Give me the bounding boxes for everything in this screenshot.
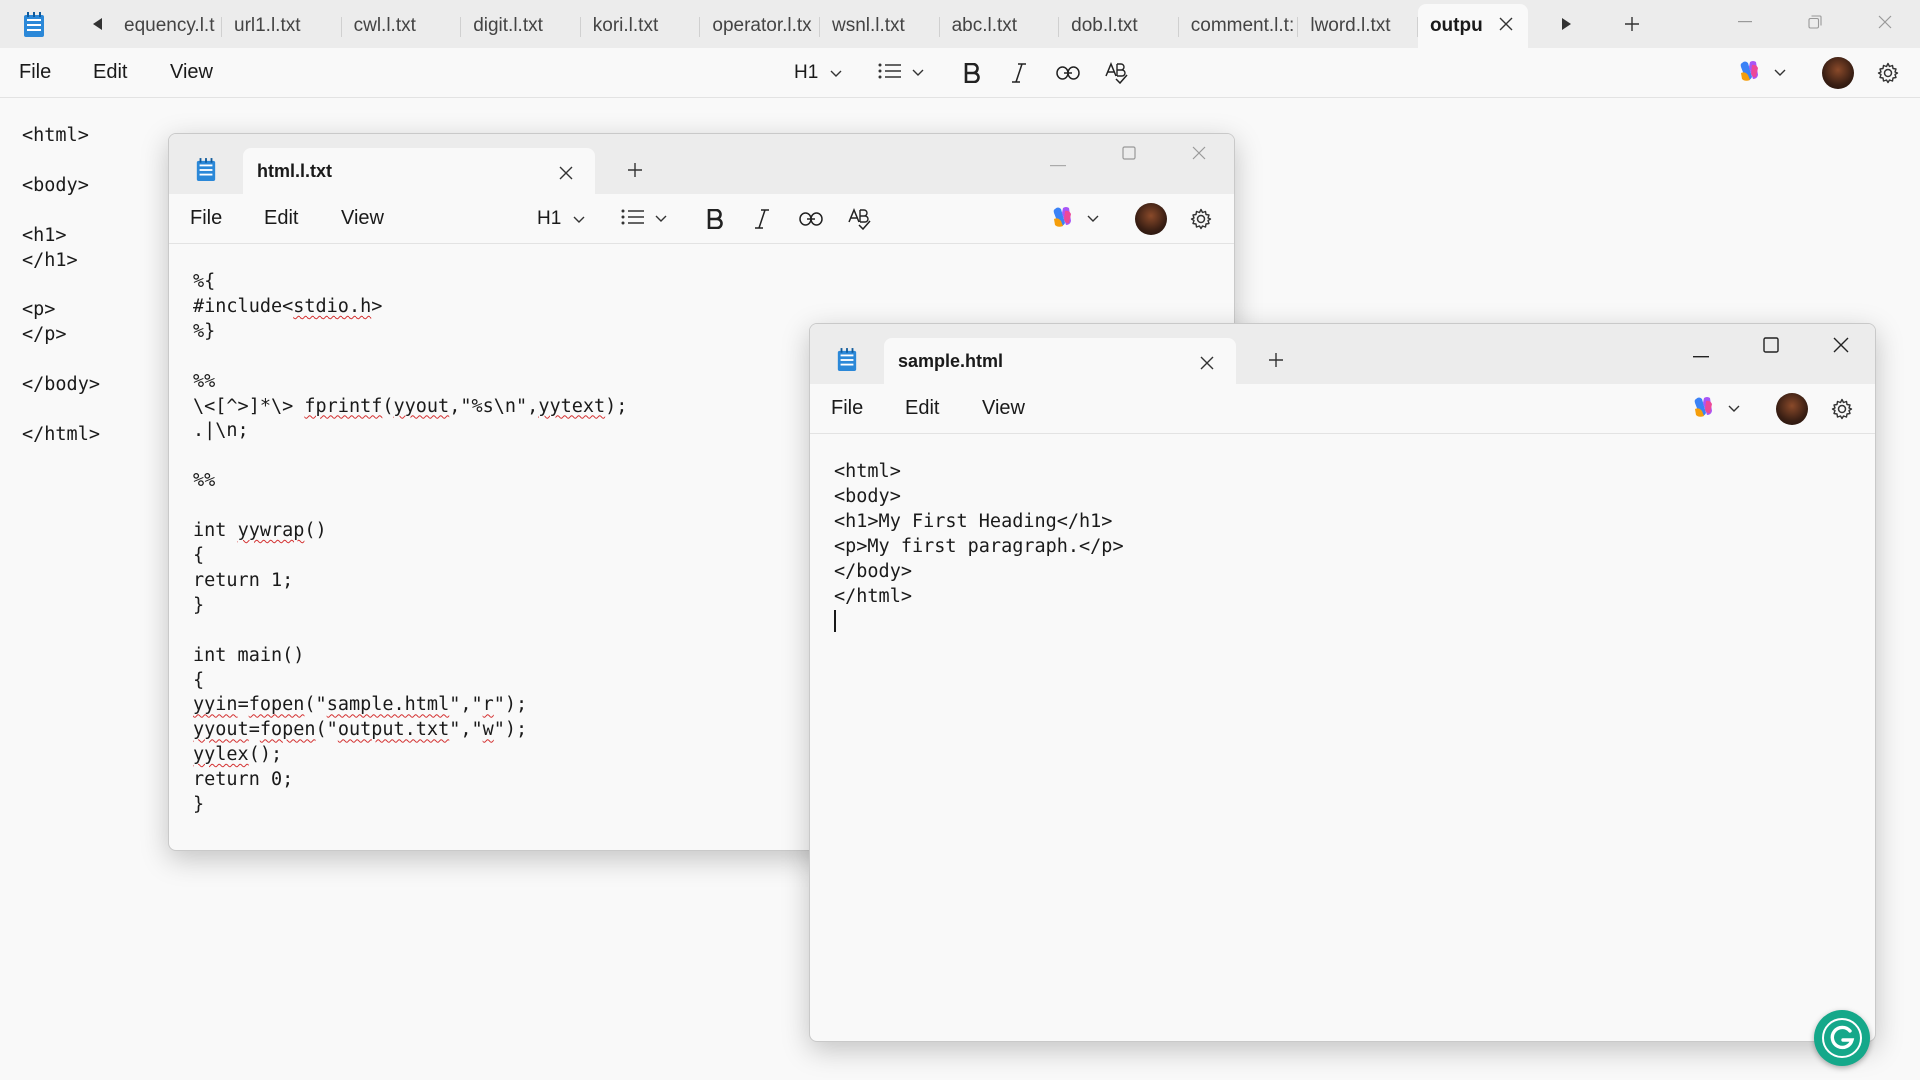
close-tab-icon[interactable] bbox=[1494, 12, 1518, 36]
tab-frequency[interactable]: equency.l.t bbox=[118, 4, 222, 48]
copilot-button[interactable] bbox=[1690, 394, 1740, 424]
html-window-menubar: File Edit View H1 bbox=[169, 194, 1234, 244]
tab-wsnl[interactable]: wsnl.l.txt bbox=[820, 4, 940, 48]
menu-edit[interactable]: Edit bbox=[264, 207, 298, 230]
close-icon[interactable] bbox=[1850, 0, 1920, 44]
chevron-down-icon bbox=[830, 62, 842, 84]
tab-operator[interactable]: operator.l.tx bbox=[700, 4, 820, 48]
avatar[interactable] bbox=[1776, 393, 1808, 425]
gear-icon[interactable] bbox=[1875, 60, 1901, 86]
copilot-icon bbox=[1736, 59, 1762, 88]
main-menubar: File Edit View H1 bbox=[0, 48, 1920, 98]
tab-sample-html[interactable]: sample.html bbox=[884, 338, 1236, 384]
link-icon[interactable] bbox=[798, 206, 824, 232]
chevron-down-icon bbox=[655, 210, 667, 228]
tab-scroll-left-button[interactable] bbox=[86, 12, 110, 36]
tab-kori[interactable]: kori.l.txt bbox=[581, 4, 701, 48]
notepad-icon bbox=[22, 12, 46, 43]
gear-icon[interactable] bbox=[1829, 396, 1855, 422]
main-editor-text[interactable]: <html> <body> <h1> </h1> <p> </p> </body… bbox=[22, 124, 100, 448]
grammarly-icon[interactable] bbox=[1814, 1010, 1870, 1066]
italic-icon[interactable] bbox=[751, 206, 773, 232]
menu-edit[interactable]: Edit bbox=[93, 61, 127, 84]
main-window-controls bbox=[1710, 0, 1920, 44]
sample-window-editor[interactable]: <html> <body> <h1>My First Heading</h1> … bbox=[834, 460, 1124, 634]
italic-icon[interactable] bbox=[1008, 60, 1030, 86]
main-tabbar: equency.l.t url1.l.txt cwl.l.txt digit.l… bbox=[0, 0, 1920, 48]
menu-file[interactable]: File bbox=[831, 397, 863, 420]
list-icon bbox=[878, 63, 902, 84]
tab-dob[interactable]: dob.l.txt bbox=[1059, 4, 1179, 48]
menu-file[interactable]: File bbox=[190, 207, 222, 230]
chevron-down-icon bbox=[1728, 400, 1740, 418]
tab-url1[interactable]: url1.l.txt bbox=[222, 4, 342, 48]
tab-scroll-right-button[interactable] bbox=[1554, 12, 1578, 36]
copilot-button[interactable] bbox=[1736, 58, 1786, 88]
chevron-down-icon bbox=[573, 208, 585, 230]
chevron-down-icon bbox=[1087, 210, 1099, 228]
tab-cwl[interactable]: cwl.l.txt bbox=[342, 4, 462, 48]
tab-digit[interactable]: digit.l.txt bbox=[461, 4, 581, 48]
tab-lword[interactable]: lword.l.txt bbox=[1298, 4, 1418, 48]
new-tab-button[interactable] bbox=[1268, 352, 1284, 373]
heading-label: H1 bbox=[537, 208, 562, 229]
bold-icon[interactable] bbox=[961, 60, 983, 86]
close-icon[interactable] bbox=[1833, 337, 1849, 358]
sample-window-titlebar: sample.html bbox=[810, 324, 1875, 384]
heading-dropdown[interactable]: H1 bbox=[537, 202, 585, 236]
sample-editor-text: <html> <body> <h1>My First Heading</h1> … bbox=[834, 461, 1124, 607]
menu-file[interactable]: File bbox=[19, 61, 51, 84]
html-window-titlebar: html.l.txt bbox=[169, 134, 1234, 194]
tab-label: sample.html bbox=[898, 350, 1004, 371]
main-tab-strip: equency.l.t url1.l.txt cwl.l.txt digit.l… bbox=[118, 4, 1528, 48]
sample-window-menubar: File Edit View bbox=[810, 384, 1875, 434]
bold-icon[interactable] bbox=[704, 206, 726, 232]
minimize-icon[interactable] bbox=[1710, 0, 1780, 44]
list-dropdown[interactable] bbox=[878, 56, 924, 90]
avatar[interactable] bbox=[1135, 203, 1167, 235]
close-tab-icon[interactable] bbox=[559, 164, 573, 185]
avatar[interactable] bbox=[1822, 57, 1854, 89]
list-dropdown[interactable] bbox=[621, 202, 667, 236]
copilot-icon bbox=[1049, 205, 1075, 234]
tab-comment[interactable]: comment.l.t: bbox=[1179, 4, 1299, 48]
new-tab-button[interactable] bbox=[627, 162, 643, 183]
sample-html-window: sample.html File Edit View <html> <body>… bbox=[809, 323, 1876, 1042]
text-caret bbox=[834, 610, 836, 633]
heading-label: H1 bbox=[794, 62, 819, 83]
maximize-icon[interactable] bbox=[1122, 146, 1136, 165]
html-window-editor-text[interactable]: %{ #include<stdio.h> %} %% \<[^>]*\> fpr… bbox=[193, 270, 627, 818]
link-icon[interactable] bbox=[1055, 60, 1081, 86]
tab-label: html.l.txt bbox=[257, 160, 332, 181]
list-icon bbox=[621, 209, 645, 230]
maximize-icon[interactable] bbox=[1763, 337, 1779, 358]
tab-html-l-txt[interactable]: html.l.txt bbox=[243, 148, 595, 194]
spellcheck-icon[interactable] bbox=[846, 206, 872, 232]
minimize-icon[interactable] bbox=[1050, 154, 1066, 172]
heading-dropdown[interactable]: H1 bbox=[794, 56, 842, 90]
close-tab-icon[interactable] bbox=[1200, 354, 1214, 375]
menu-view[interactable]: View bbox=[341, 207, 384, 230]
tab-abc[interactable]: abc.l.txt bbox=[940, 4, 1060, 48]
copilot-button[interactable] bbox=[1049, 204, 1099, 234]
notepad-icon bbox=[836, 348, 858, 377]
chevron-down-icon bbox=[912, 64, 924, 82]
gear-icon[interactable] bbox=[1188, 206, 1214, 232]
chevron-down-icon bbox=[1774, 64, 1786, 82]
minimize-icon[interactable] bbox=[1693, 345, 1709, 363]
notepad-icon bbox=[195, 158, 217, 187]
menu-edit[interactable]: Edit bbox=[905, 397, 939, 420]
menu-view[interactable]: View bbox=[170, 61, 213, 84]
close-icon[interactable] bbox=[1192, 146, 1206, 165]
new-tab-button[interactable] bbox=[1620, 12, 1644, 36]
menu-view[interactable]: View bbox=[982, 397, 1025, 420]
copilot-icon bbox=[1690, 395, 1716, 424]
restore-icon[interactable] bbox=[1780, 0, 1850, 44]
spellcheck-icon[interactable] bbox=[1103, 60, 1129, 86]
